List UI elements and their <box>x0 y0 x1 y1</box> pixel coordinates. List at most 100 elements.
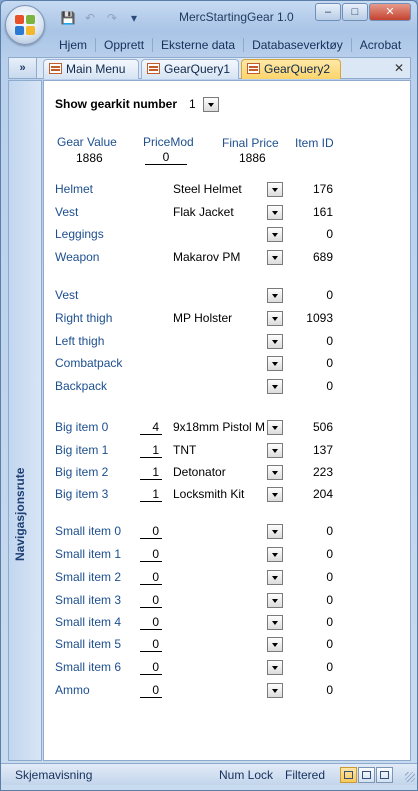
big-item-label: Big item 1 <box>55 443 109 457</box>
minimize-button[interactable]: – <box>315 3 341 21</box>
maximize-button[interactable]: □ <box>342 3 368 21</box>
lbe-item-id: 1093 <box>306 311 333 325</box>
small-item-id: 0 <box>326 547 333 561</box>
slot-item-select[interactable]: Steel Helmet <box>173 182 265 196</box>
quick-access-toolbar: 💾 ↶ ↷ ▾ <box>59 8 143 28</box>
slot-dropdown-button[interactable] <box>267 227 283 242</box>
big-item-select[interactable]: Detonator <box>173 465 265 479</box>
tab-main-menu[interactable]: Main Menu <box>43 59 139 79</box>
big-item-dropdown-button[interactable] <box>267 443 283 458</box>
big-item-id: 137 <box>312 443 333 457</box>
small-item-qty-input[interactable]: 0 <box>140 570 162 585</box>
form-view-button[interactable] <box>340 767 357 783</box>
lbe-item-id: 0 <box>326 379 333 393</box>
small-item-dropdown-button[interactable] <box>267 593 283 608</box>
lbe-dropdown-button[interactable] <box>267 311 283 326</box>
ribbon-tab-opprett[interactable]: Opprett <box>96 35 152 55</box>
gear-form: Show gearkit number 1 Gear Value 1886 Pr… <box>43 80 411 761</box>
slot-item-select[interactable]: Flak Jacket <box>173 205 265 219</box>
big-item-dropdown-button[interactable] <box>267 487 283 502</box>
lbe-dropdown-button[interactable] <box>267 334 283 349</box>
small-item-dropdown-button[interactable] <box>267 547 283 562</box>
numlock-status: Num Lock <box>219 768 274 782</box>
slot-dropdown-button[interactable] <box>267 205 283 220</box>
small-item-qty-input[interactable]: 0 <box>140 660 162 675</box>
big-item-qty-input[interactable]: 1 <box>140 443 162 458</box>
design-view-icon <box>380 771 389 779</box>
customize-toolbar-icon[interactable]: ▾ <box>125 9 143 27</box>
form-view-icon <box>344 771 353 779</box>
small-item-qty-input[interactable]: 0 <box>140 637 162 652</box>
big-item-qty-input[interactable]: 1 <box>140 487 162 502</box>
small-item-qty-input[interactable]: 0 <box>140 547 162 562</box>
small-item-dropdown-button[interactable] <box>267 660 283 675</box>
slot-item-id: 161 <box>312 205 333 219</box>
lbe-item-select[interactable]: MP Holster <box>173 311 265 325</box>
small-item-dropdown-button[interactable] <box>267 615 283 630</box>
lbe-dropdown-button[interactable] <box>267 356 283 371</box>
form-icon <box>147 63 160 74</box>
big-item-select[interactable]: Locksmith Kit <box>173 487 265 501</box>
ribbon-tab-acrobat[interactable]: Acrobat <box>352 35 409 55</box>
resize-grip-icon[interactable] <box>405 772 415 782</box>
small-item-label: Small item 3 <box>55 593 122 607</box>
window-controls: – □ ✕ <box>314 3 411 21</box>
slot-dropdown-button[interactable] <box>267 182 283 197</box>
big-item-select[interactable]: 9x18mm Pistol M <box>173 420 265 434</box>
tab-gearquery2[interactable]: GearQuery2 <box>241 59 341 79</box>
small-item-label: Small item 4 <box>55 615 122 629</box>
big-item-qty-input[interactable]: 1 <box>140 465 162 480</box>
nav-pane-toggle-button[interactable]: » <box>9 58 37 78</box>
app-window: 💾 ↶ ↷ ▾ MercStartingGear 1.0 – □ ✕ Hjem … <box>0 0 418 791</box>
pricemod-label: PriceMod <box>143 135 194 149</box>
close-tab-icon[interactable]: ✕ <box>391 60 407 76</box>
slot-item-id: 0 <box>326 227 333 241</box>
ribbon-tab-hjem[interactable]: Hjem <box>51 35 95 55</box>
small-item-qty-input[interactable]: 0 <box>140 524 162 539</box>
lbe-label: Vest <box>55 288 79 302</box>
small-item-dropdown-button[interactable] <box>267 637 283 652</box>
small-item-qty-input[interactable]: 0 <box>140 593 162 608</box>
undo-icon[interactable]: ↶ <box>81 9 99 27</box>
lbe-dropdown-button[interactable] <box>267 288 283 303</box>
filtered-status: Filtered <box>285 768 326 782</box>
small-item-dropdown-button[interactable] <box>267 524 283 539</box>
ribbon-tab-eksterne-data[interactable]: Eksterne data <box>153 35 243 55</box>
final-price: 1886 <box>239 151 266 165</box>
lbe-dropdown-button[interactable] <box>267 379 283 394</box>
small-item-id: 0 <box>326 524 333 538</box>
form-icon <box>49 63 62 74</box>
ammo-qty-input[interactable]: 0 <box>140 683 162 698</box>
redo-icon[interactable]: ↷ <box>103 9 121 27</box>
big-item-id: 223 <box>312 465 333 479</box>
gearkit-value[interactable]: 1 <box>189 97 196 111</box>
big-item-dropdown-button[interactable] <box>267 420 283 435</box>
lbe-label: Backpack <box>55 379 108 393</box>
big-item-label: Big item 3 <box>55 487 109 501</box>
design-view-button[interactable] <box>376 767 393 783</box>
view-mode-status: Skjemavisning <box>15 768 93 782</box>
close-button[interactable]: ✕ <box>369 3 411 21</box>
small-item-qty-input[interactable]: 0 <box>140 615 162 630</box>
slot-item-select[interactable]: Makarov PM <box>173 250 265 264</box>
navigation-pane[interactable]: Navigasjonsrute <box>8 80 42 761</box>
slot-dropdown-button[interactable] <box>267 250 283 265</box>
small-item-id: 0 <box>326 660 333 674</box>
navigation-pane-label: Navigasjonsrute <box>13 467 27 561</box>
big-item-dropdown-button[interactable] <box>267 465 283 480</box>
small-item-label: Small item 1 <box>55 547 122 561</box>
pricemod-input[interactable]: 0 <box>145 150 187 165</box>
big-item-select[interactable]: TNT <box>173 443 265 457</box>
big-item-id: 506 <box>312 420 333 434</box>
tab-gearquery1[interactable]: GearQuery1 <box>141 59 239 79</box>
layout-view-button[interactable] <box>358 767 375 783</box>
office-button[interactable] <box>5 5 45 45</box>
gearkit-label: Show gearkit number <box>55 97 178 111</box>
big-item-qty-input[interactable]: 4 <box>140 420 162 435</box>
save-icon[interactable]: 💾 <box>59 9 77 27</box>
ribbon-tab-databaseverktoy[interactable]: Databaseverktøy <box>244 35 351 55</box>
small-item-dropdown-button[interactable] <box>267 570 283 585</box>
ribbon-tabs: Hjem Opprett Eksterne data Databaseverkt… <box>51 35 409 55</box>
gearkit-dropdown-button[interactable] <box>203 97 219 112</box>
ammo-dropdown-button[interactable] <box>267 683 283 698</box>
